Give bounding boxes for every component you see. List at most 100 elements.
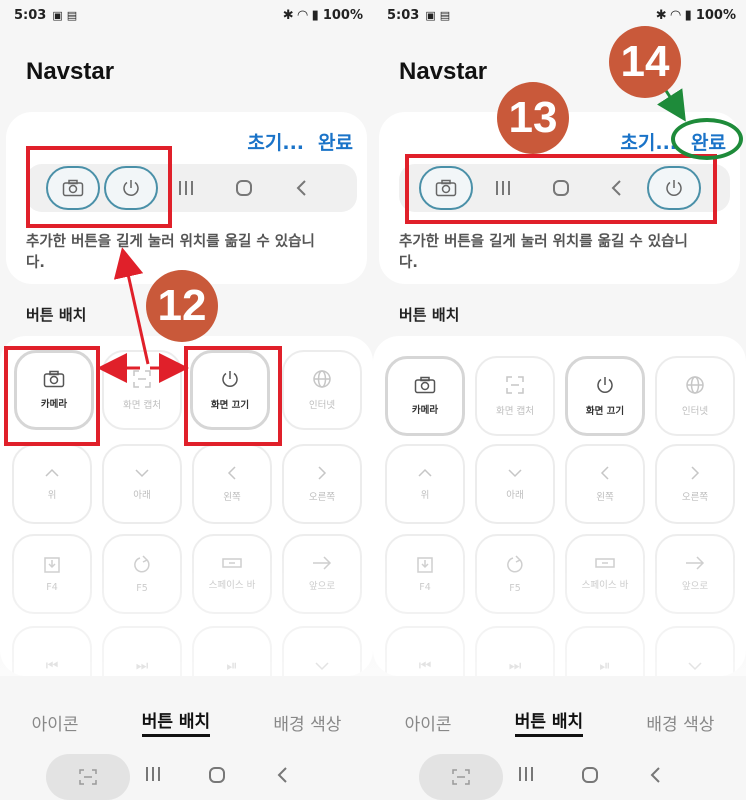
bluetooth-icon: ✱ [655, 7, 667, 23]
chevron-down-icon [315, 662, 329, 671]
chevron-right-icon [691, 466, 700, 480]
section-label: 버튼 배치 [399, 306, 460, 324]
screenshot-icon [506, 376, 524, 394]
tab-button-layout[interactable]: 버튼 배치 [514, 707, 584, 737]
tab-background-color[interactable]: 배경 색상 [273, 710, 341, 735]
tile-left[interactable]: 왼쪽 [192, 444, 272, 524]
button-grid: 카메라 화면 캡처 화면 끄기 인터넷 위 아래 왼쪽 오른쪽 F4 F5 스페… [373, 336, 746, 676]
chevron-left-icon [600, 466, 609, 480]
tile-label: 왼쪽 [596, 492, 614, 503]
tile-label: 카메라 [411, 405, 439, 416]
tile-more[interactable] [655, 626, 735, 676]
screenshot-icon [79, 769, 97, 785]
tile-label: F4 [46, 581, 58, 593]
system-nav-bar [373, 752, 746, 800]
tile-space[interactable]: 스페이스 바 [565, 534, 645, 614]
space-icon [222, 558, 242, 568]
right-screen: 5:03 ▣ ▤ ✱ ◠ ▮ 100% Navstar 초기... 완료 추가한… [373, 0, 746, 800]
home-icon[interactable] [581, 766, 599, 788]
tile-down[interactable]: 아래 [475, 444, 555, 524]
reset-button[interactable]: 초기... [247, 128, 304, 155]
tile-camera[interactable]: 카메라 [385, 356, 465, 436]
tile-more[interactable] [282, 626, 362, 676]
tile-right[interactable]: 오른쪽 [282, 444, 362, 524]
tab-bar: 아이콘 버튼 배치 배경 색상 [0, 704, 373, 740]
tile-forward[interactable]: 앞으로 [655, 534, 735, 614]
tab-icon[interactable]: 아이콘 [32, 710, 79, 735]
tile-fast-forward[interactable]: ⏭ [475, 626, 555, 676]
arrow-right-icon [686, 556, 705, 570]
tile-play-pause[interactable]: ⏯ [192, 626, 272, 676]
tile-f4[interactable]: F4 [385, 534, 465, 614]
home-icon[interactable] [230, 176, 258, 200]
reset-button[interactable]: 초기... [620, 128, 677, 155]
power-icon [597, 377, 613, 393]
annotation-badge-13: 13 [497, 82, 569, 154]
tile-screenshot[interactable]: 화면 캡처 [102, 350, 182, 430]
tile-up[interactable]: 위 [12, 444, 92, 524]
tile-label: 위 [420, 490, 430, 501]
battery-text: 100% [322, 7, 363, 23]
tab-bar: 아이콘 버튼 배치 배경 색상 [373, 704, 746, 740]
status-bar: 5:03 ▣ ▤ ✱ ◠ ▮ 100% [387, 6, 736, 24]
back-icon[interactable] [276, 766, 290, 788]
refresh-icon [507, 554, 523, 572]
annotation-box-camera [4, 346, 100, 446]
back-icon[interactable] [288, 176, 316, 200]
tile-fast-forward[interactable]: ⏭ [102, 626, 182, 676]
globe-icon [313, 370, 331, 388]
tile-screen-off[interactable]: 화면 끄기 [565, 356, 645, 436]
tile-screenshot[interactable]: 화면 캡처 [475, 356, 555, 436]
fast-forward-icon: ⏭ [508, 658, 522, 674]
tile-label: 인터넷 [308, 400, 336, 411]
tab-icon[interactable]: 아이콘 [405, 710, 452, 735]
annotation-box-screen-off [184, 346, 282, 446]
tile-f5[interactable]: F5 [475, 534, 555, 614]
rewind-icon: ⏮ [418, 658, 432, 674]
home-icon[interactable] [208, 766, 226, 788]
tile-up[interactable]: 위 [385, 444, 465, 524]
tile-space[interactable]: 스페이스 바 [192, 534, 272, 614]
annotation-badge-12: 12 [146, 270, 218, 342]
app-title: Navstar [399, 58, 488, 85]
tile-label: 스페이스 바 [208, 580, 256, 591]
recents-icon[interactable] [517, 766, 535, 786]
header-actions: 초기... 완료 [247, 128, 353, 155]
tile-right[interactable]: 오른쪽 [655, 444, 735, 524]
tile-play-pause[interactable]: ⏯ [565, 626, 645, 676]
screenshot-icon [133, 370, 151, 388]
signal-icon: ▮ [684, 7, 692, 23]
done-button[interactable]: 완료 [318, 128, 353, 155]
tile-down[interactable]: 아래 [102, 444, 182, 524]
tile-left[interactable]: 왼쪽 [565, 444, 645, 524]
chevron-left-icon [227, 466, 236, 480]
tile-f4[interactable]: F4 [12, 534, 92, 614]
back-icon[interactable] [649, 766, 663, 788]
rewind-icon: ⏮ [45, 658, 59, 674]
f4-icon [44, 556, 60, 573]
section-label: 버튼 배치 [26, 306, 87, 324]
tile-rewind[interactable]: ⏮ [12, 626, 92, 676]
chevron-up-icon [45, 468, 59, 477]
tile-internet[interactable]: 인터넷 [282, 350, 362, 430]
tile-forward[interactable]: 앞으로 [282, 534, 362, 614]
tab-button-layout[interactable]: 버튼 배치 [141, 707, 211, 737]
recents-icon[interactable] [172, 176, 200, 200]
hint-text: 추가한 버튼을 길게 눌러 위치를 옮길 수 있습니다. [399, 234, 688, 271]
nav-screenshot-button[interactable] [46, 754, 130, 800]
recents-icon[interactable] [144, 766, 162, 786]
tile-label: 아래 [506, 490, 524, 501]
arrow-right-icon [313, 556, 332, 570]
tile-f5[interactable]: F5 [102, 534, 182, 614]
tile-rewind[interactable]: ⏮ [385, 626, 465, 676]
bluetooth-icon: ✱ [282, 7, 294, 23]
gallery-notif-icon: ▣ [425, 8, 436, 22]
nav-screenshot-button[interactable] [419, 754, 503, 800]
chevron-down-icon [135, 469, 149, 478]
tab-background-color[interactable]: 배경 색상 [646, 710, 714, 735]
tile-internet[interactable]: 인터넷 [655, 356, 735, 436]
tile-label: 아래 [133, 490, 151, 501]
chevron-up-icon [418, 468, 432, 477]
battery-text: 100% [695, 7, 736, 23]
left-screen: 5:03 ▣ ▤ ✱ ◠ ▮ 100% Navstar 초기... 완료 추가한… [0, 0, 373, 800]
